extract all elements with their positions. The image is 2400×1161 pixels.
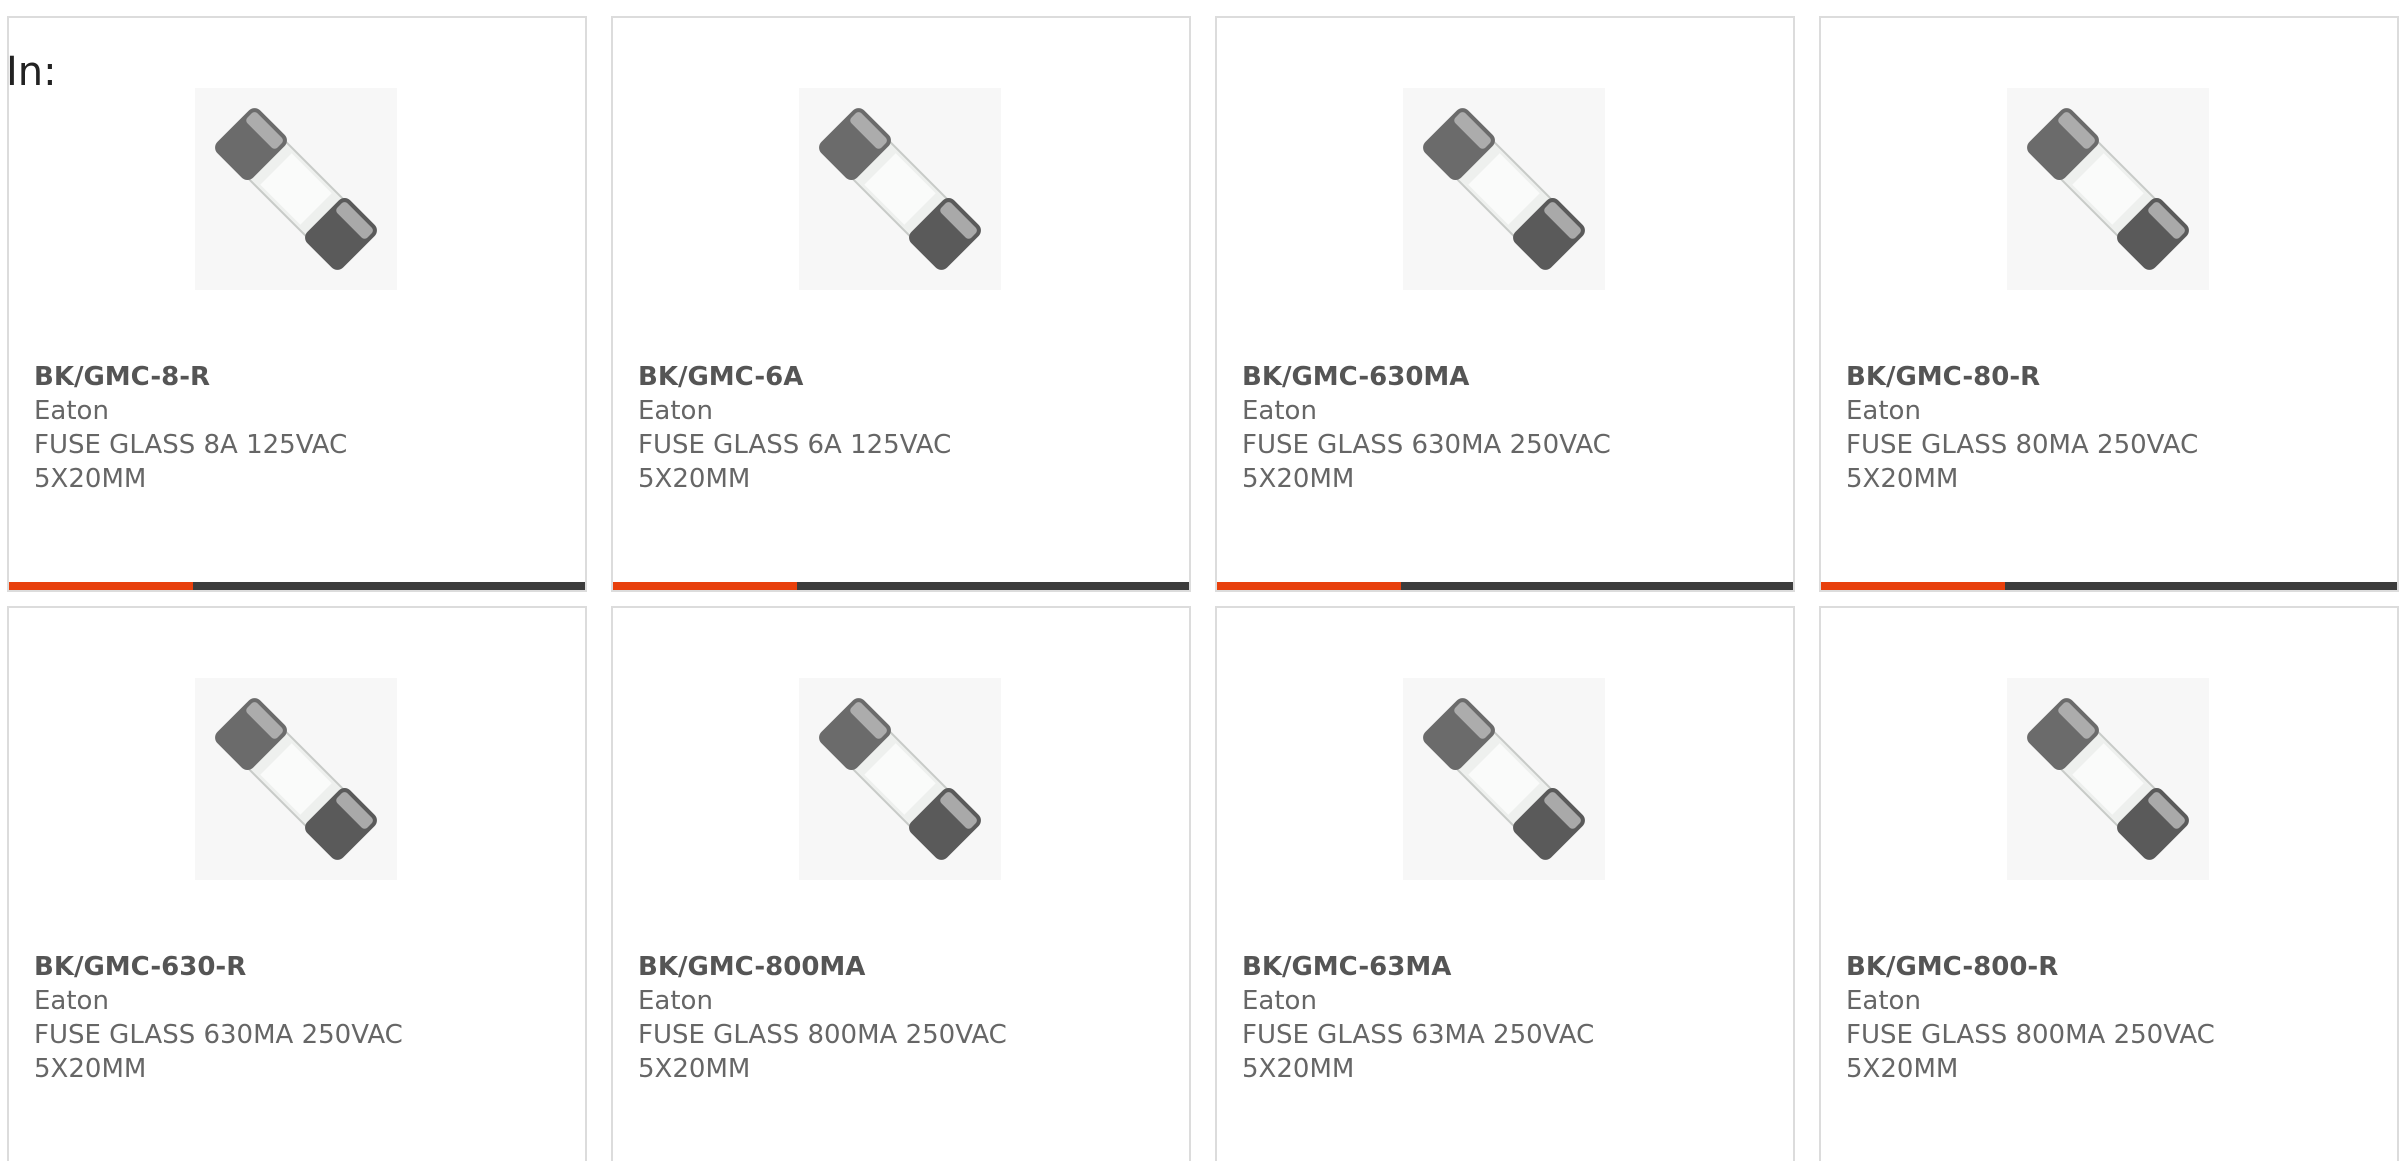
product-info: BK/GMC-8-R Eaton FUSE GLASS 8A 125VAC 5X… (34, 360, 565, 496)
product-info: BK/GMC-800-R Eaton FUSE GLASS 800MA 250V… (1846, 950, 2377, 1086)
manufacturer-name: Eaton (638, 396, 713, 426)
card-accent-fill (613, 582, 798, 590)
glass-fuse-icon[interactable] (1403, 678, 1605, 880)
product-info: BK/GMC-800MA Eaton FUSE GLASS 800MA 250V… (638, 950, 1169, 1086)
product-info: BK/GMC-80-R Eaton FUSE GLASS 80MA 250VAC… (1846, 360, 2377, 496)
manufacturer-name: Eaton (34, 396, 109, 426)
part-number-link[interactable]: BK/GMC-800MA (638, 950, 1169, 984)
part-number-link[interactable]: BK/GMC-8-R (34, 360, 565, 394)
glass-fuse-icon[interactable] (799, 678, 1001, 880)
glass-fuse-icon[interactable] (799, 88, 1001, 290)
glass-fuse-icon[interactable] (2007, 678, 2209, 880)
glass-fuse-icon[interactable] (2007, 88, 2209, 290)
card-accent-fill (1821, 582, 2006, 590)
product-card[interactable]: BK/GMC-6A Eaton FUSE GLASS 6A 125VAC 5X2… (611, 16, 1191, 592)
product-description: FUSE GLASS 63MA 250VAC 5X20MM (1242, 1020, 1595, 1084)
manufacturer-name: Eaton (1846, 986, 1921, 1016)
product-info: BK/GMC-630MA Eaton FUSE GLASS 630MA 250V… (1242, 360, 1773, 496)
manufacturer-name: Eaton (34, 986, 109, 1016)
part-number-link[interactable]: BK/GMC-63MA (1242, 950, 1773, 984)
product-description: FUSE GLASS 800MA 250VAC 5X20MM (1846, 1020, 2215, 1084)
glass-fuse-icon[interactable] (195, 88, 397, 290)
card-accent-bar (613, 582, 1189, 590)
glass-fuse-icon[interactable] (1403, 88, 1605, 290)
card-accent-fill (9, 582, 194, 590)
product-description: FUSE GLASS 80MA 250VAC 5X20MM (1846, 430, 2199, 494)
card-accent-bar (1217, 582, 1793, 590)
part-number-link[interactable]: BK/GMC-800-R (1846, 950, 2377, 984)
part-number-link[interactable]: BK/GMC-630MA (1242, 360, 1773, 394)
glass-fuse-icon[interactable] (195, 678, 397, 880)
card-accent-fill (1217, 582, 1402, 590)
product-description: FUSE GLASS 630MA 250VAC 5X20MM (34, 1020, 403, 1084)
product-info: BK/GMC-63MA Eaton FUSE GLASS 63MA 250VAC… (1242, 950, 1773, 1086)
card-accent-bar (9, 582, 585, 590)
part-number-link[interactable]: BK/GMC-630-R (34, 950, 565, 984)
product-card[interactable]: BK/GMC-630-R Eaton FUSE GLASS 630MA 250V… (7, 606, 587, 1161)
part-number-link[interactable]: BK/GMC-6A (638, 360, 1169, 394)
manufacturer-name: Eaton (1846, 396, 1921, 426)
product-info: BK/GMC-630-R Eaton FUSE GLASS 630MA 250V… (34, 950, 565, 1086)
product-card[interactable]: BK/GMC-8-R Eaton FUSE GLASS 8A 125VAC 5X… (7, 16, 587, 592)
filter-in-label: In: (6, 49, 57, 95)
product-card[interactable]: BK/GMC-63MA Eaton FUSE GLASS 63MA 250VAC… (1215, 606, 1795, 1161)
manufacturer-name: Eaton (1242, 986, 1317, 1016)
product-card[interactable]: BK/GMC-800-R Eaton FUSE GLASS 800MA 250V… (1819, 606, 2399, 1161)
product-card[interactable]: BK/GMC-80-R Eaton FUSE GLASS 80MA 250VAC… (1819, 16, 2399, 592)
part-number-link[interactable]: BK/GMC-80-R (1846, 360, 2377, 394)
product-info: BK/GMC-6A Eaton FUSE GLASS 6A 125VAC 5X2… (638, 360, 1169, 496)
manufacturer-name: Eaton (638, 986, 713, 1016)
product-card[interactable]: BK/GMC-630MA Eaton FUSE GLASS 630MA 250V… (1215, 16, 1795, 592)
manufacturer-name: Eaton (1242, 396, 1317, 426)
card-accent-bar (1821, 582, 2397, 590)
product-description: FUSE GLASS 800MA 250VAC 5X20MM (638, 1020, 1007, 1084)
product-description: FUSE GLASS 6A 125VAC 5X20MM (638, 430, 952, 494)
product-grid: BK/GMC-8-R Eaton FUSE GLASS 8A 125VAC 5X… (7, 16, 2399, 1161)
product-description: FUSE GLASS 630MA 250VAC 5X20MM (1242, 430, 1611, 494)
product-results-page: In: BK/GMC-8-R Eaton FUSE GLASS 8A 125VA… (0, 0, 2400, 1161)
product-description: FUSE GLASS 8A 125VAC 5X20MM (34, 430, 348, 494)
product-card[interactable]: BK/GMC-800MA Eaton FUSE GLASS 800MA 250V… (611, 606, 1191, 1161)
